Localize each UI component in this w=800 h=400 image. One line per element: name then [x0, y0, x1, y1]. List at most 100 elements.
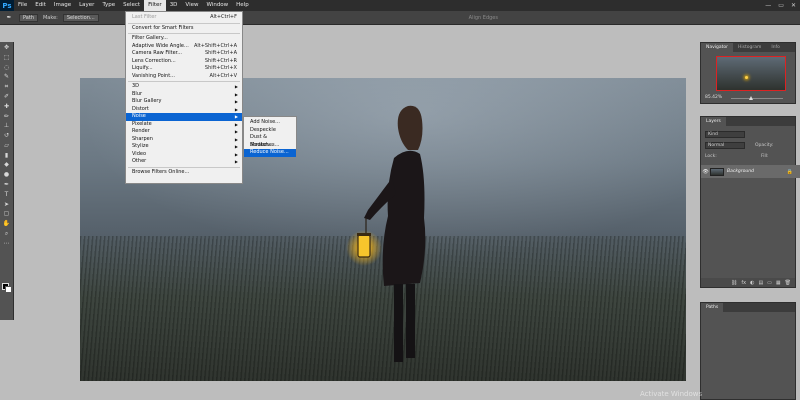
filter-menu-item[interactable]: Adaptive Wide Angle... Alt+Shift+Ctrl+A — [126, 43, 242, 51]
hand-tool-icon[interactable]: ✋ — [2, 220, 12, 228]
noise-submenu-item[interactable]: Median... — [244, 142, 296, 150]
blur-tool-icon[interactable]: ◆ — [2, 161, 12, 169]
navigator-thumbnail[interactable] — [716, 56, 786, 91]
history-brush-icon[interactable]: ↺ — [2, 132, 12, 140]
gradient-tool-icon[interactable]: ▮ — [2, 152, 12, 160]
filter-menu-item[interactable]: Pixelate ▶ — [126, 121, 242, 129]
filter-menu-item[interactable]: Blur ▶ — [126, 91, 242, 99]
menu-file[interactable]: File — [14, 0, 31, 11]
layer-name[interactable]: Background — [727, 169, 754, 174]
shape-tool-icon[interactable]: ▢ — [2, 210, 12, 218]
filter-menu-item[interactable]: Stylize ▶ — [126, 143, 242, 151]
zoom-slider-track[interactable] — [731, 98, 783, 99]
lock-label: Lock: — [705, 154, 717, 159]
menu-separator — [128, 33, 240, 34]
noise-submenu-item[interactable]: Despeckle — [244, 127, 296, 135]
filter-menu-item[interactable]: Vanishing Point... Alt+Ctrl+V — [126, 73, 242, 81]
blend-mode-select[interactable]: Normal — [705, 142, 745, 149]
layer-kind-filter[interactable]: Kind — [705, 131, 745, 138]
crop-tool-icon[interactable]: ⌗ — [2, 83, 12, 91]
layers-footer-button-icon[interactable]: ▦ — [776, 280, 781, 286]
background-color-swatch[interactable] — [5, 286, 12, 293]
noise-submenu-item[interactable]: Dust & Scratches... — [244, 134, 296, 148]
navigator-tabs: Navigator Histogram Info — [701, 43, 795, 52]
noise-submenu-item[interactable]: Reduce Noise... — [244, 149, 296, 157]
menu-view[interactable]: View — [181, 0, 202, 11]
filter-menu-item[interactable]: Other ▶ — [126, 158, 242, 166]
menu-help[interactable]: Help — [232, 0, 253, 11]
layers-footer-button-icon[interactable]: ▭ — [767, 280, 772, 286]
visibility-eye-icon[interactable]: 👁 — [701, 169, 710, 175]
filter-menu-item[interactable]: Camera Raw Filter... Shift+Ctrl+A — [126, 50, 242, 58]
tab-histogram[interactable]: Histogram — [733, 43, 766, 52]
filter-menu-item[interactable]: Render ▶ — [126, 128, 242, 136]
filter-menu-item[interactable]: 3D ▶ — [126, 83, 242, 91]
layers-footer-button-icon[interactable]: ⛓ — [731, 280, 737, 286]
menu-3d[interactable]: 3D — [166, 0, 182, 11]
submenu-arrow-icon: ▶ — [234, 144, 238, 149]
filter-menu-item[interactable]: Filter Gallery... — [126, 35, 242, 43]
move-tool-icon[interactable]: ✥ — [2, 44, 12, 52]
navigator-panel: Navigator Histogram Info 85.42% — [700, 42, 796, 104]
filter-menu-item-label: Last Filter — [132, 14, 157, 20]
zoom-tool-icon[interactable]: ⌕ — [2, 230, 12, 238]
filter-menu-item-label: Blur Gallery — [132, 98, 162, 104]
stamp-tool-icon[interactable]: ⊥ — [2, 122, 12, 130]
noise-submenu-item[interactable]: Add Noise... — [244, 119, 296, 127]
filter-menu-item[interactable]: Distort ▶ — [126, 106, 242, 114]
mode-select[interactable]: Path — [19, 13, 38, 22]
shortcut-label: Shift+Ctrl+R — [204, 57, 237, 64]
menu-window[interactable]: Window — [202, 0, 232, 11]
navigator-zoom[interactable]: 85.42% — [705, 95, 722, 100]
make-selection-button[interactable]: Selection... — [62, 13, 99, 22]
tab-layers[interactable]: Layers — [701, 117, 726, 126]
filter-menu-item[interactable]: Sharpen ▶ — [126, 136, 242, 144]
menu-filter[interactable]: Filter — [144, 0, 166, 11]
tab-paths[interactable]: Paths — [701, 303, 724, 312]
filter-menu-item[interactable]: Browse Filters Online... — [126, 169, 242, 177]
menu-layer[interactable]: Layer — [75, 0, 98, 11]
healing-tool-icon[interactable]: ✚ — [2, 103, 12, 111]
eyedropper-tool-icon[interactable]: ✐ — [2, 93, 12, 101]
photoshop-logo: Ps — [0, 0, 14, 11]
tools-panel: ✥ ⬚ ◌ ✎ ⌗ ✐ ✚ ✏ ⊥ ↺ ▱ ▮ ◆ ● ✒ T ➤ ▢ ✋ ⌕ … — [0, 42, 14, 320]
close-icon[interactable]: ✕ — [791, 2, 796, 9]
type-tool-icon[interactable]: T — [2, 191, 12, 199]
tab-navigator[interactable]: Navigator — [701, 43, 734, 52]
minimize-icon[interactable]: — — [765, 2, 771, 9]
lasso-tool-icon[interactable]: ◌ — [2, 64, 12, 72]
filter-menu-item-label: Noise — [132, 113, 146, 119]
tab-info[interactable]: Info — [766, 43, 785, 52]
path-select-tool-icon[interactable]: ➤ — [2, 201, 12, 209]
menu-edit[interactable]: Edit — [31, 0, 50, 11]
pen-tool-icon[interactable]: ✒ — [2, 181, 12, 189]
marquee-tool-icon[interactable]: ⬚ — [2, 54, 12, 62]
options-bar: ✒ Path Make: Selection... Align Edges — [0, 11, 800, 25]
lantern-dot — [745, 76, 748, 79]
filter-menu-item[interactable]: Noise ▶ — [126, 113, 242, 121]
menu-select[interactable]: Select — [119, 0, 144, 11]
eraser-tool-icon[interactable]: ▱ — [2, 142, 12, 150]
layers-footer-button-icon[interactable]: fx — [741, 280, 746, 286]
filter-menu-item-label: Adaptive Wide Angle... — [132, 42, 189, 49]
quick-select-tool-icon[interactable]: ✎ — [2, 73, 12, 81]
filter-menu-item[interactable]: Blur Gallery ▶ — [126, 98, 242, 106]
menu-image[interactable]: Image — [50, 0, 75, 11]
filter-menu-item[interactable]: Video ▶ — [126, 151, 242, 159]
layers-footer-button-icon[interactable]: ▤ — [758, 280, 763, 286]
layer-row-background[interactable]: 👁 Background 🔒 — [701, 165, 800, 178]
layers-footer-button-icon[interactable]: ◐ — [750, 280, 754, 286]
shortcut-label: Alt+Shift+Ctrl+A — [193, 42, 237, 49]
zoom-slider-knob[interactable] — [749, 96, 753, 100]
paths-tabs: Paths — [701, 303, 795, 312]
pen-tool-icon[interactable]: ✒ — [4, 13, 14, 21]
layers-footer-button-icon[interactable]: 🗑 — [785, 280, 791, 286]
brush-tool-icon[interactable]: ✏ — [2, 112, 12, 120]
menu-type[interactable]: Type — [98, 0, 119, 11]
dodge-tool-icon[interactable]: ● — [2, 171, 12, 179]
filter-menu-item[interactable]: Liquify... Shift+Ctrl+X — [126, 65, 242, 73]
filter-menu-item[interactable]: Lens Correction... Shift+Ctrl+R — [126, 58, 242, 66]
filter-menu-item[interactable]: Convert for Smart Filters — [126, 25, 242, 33]
restore-icon[interactable]: ▭ — [778, 2, 784, 9]
more-tools-icon[interactable]: ⋯ — [2, 240, 12, 248]
